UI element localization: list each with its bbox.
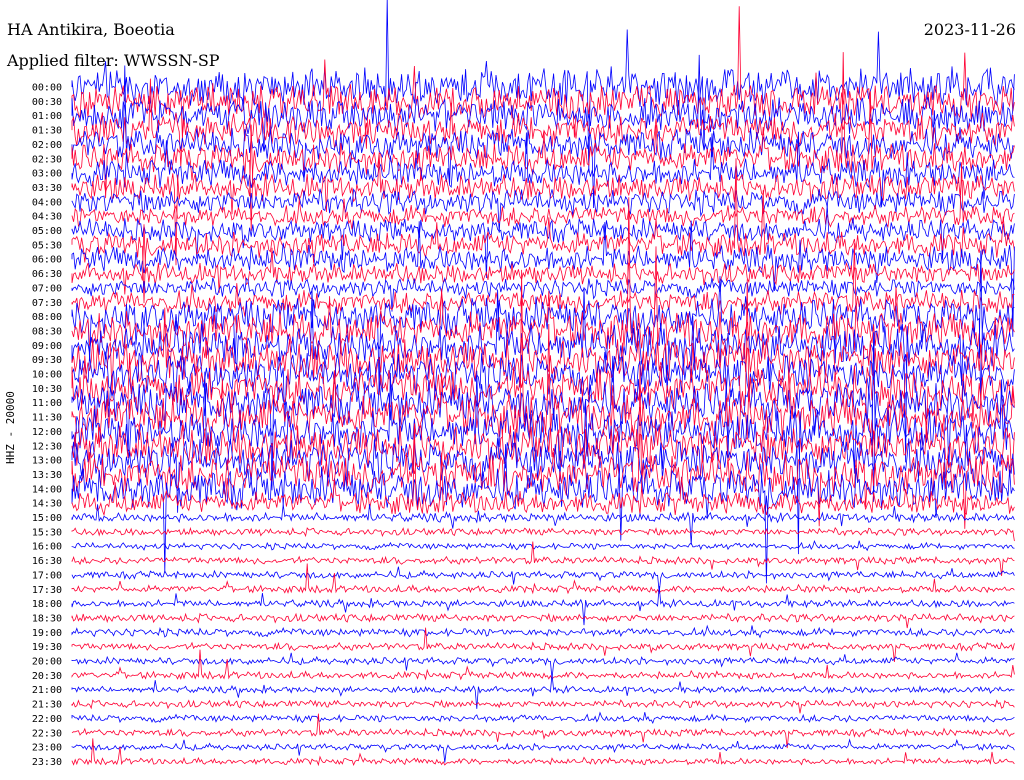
row-label: 08:00 bbox=[32, 312, 62, 323]
row-label: 16:00 bbox=[32, 542, 62, 553]
row-label: 13:00 bbox=[32, 456, 62, 467]
row-label: 11:30 bbox=[32, 413, 62, 424]
row-label: 06:00 bbox=[32, 255, 62, 266]
row-label: 14:30 bbox=[32, 499, 62, 510]
row-label: 05:00 bbox=[32, 226, 62, 237]
row-label: 07:30 bbox=[32, 298, 62, 309]
row-label: 23:00 bbox=[32, 743, 62, 754]
row-label: 20:00 bbox=[32, 657, 62, 668]
row-label: 01:30 bbox=[32, 126, 62, 137]
trace-row bbox=[71, 738, 1015, 767]
trace-row bbox=[71, 699, 1015, 714]
row-label: 10:30 bbox=[32, 384, 62, 395]
seismogram-plot: 00:00 00:30 01:00 01:30 02:00 02:30 03:00 03:30… bbox=[32, 0, 1015, 768]
trace-row bbox=[71, 674, 1015, 709]
row-label: 17:00 bbox=[32, 570, 62, 581]
trace-row bbox=[71, 649, 1015, 681]
trace-row bbox=[71, 526, 1015, 542]
trace-row bbox=[71, 738, 1015, 763]
trace-row bbox=[71, 612, 1015, 629]
trace-row bbox=[71, 539, 1015, 552]
row-label: 21:00 bbox=[32, 685, 62, 696]
row-label: 03:00 bbox=[32, 169, 62, 180]
row-label: 11:00 bbox=[32, 398, 62, 409]
row-label: 18:30 bbox=[32, 613, 62, 624]
row-label: 20:30 bbox=[32, 671, 62, 682]
row-label: 16:30 bbox=[32, 556, 62, 567]
row-label: 22:30 bbox=[32, 728, 62, 739]
row-label: 14:00 bbox=[32, 484, 62, 495]
row-label: 01:00 bbox=[32, 111, 62, 122]
trace-row bbox=[71, 188, 1015, 233]
row-label: 21:30 bbox=[32, 700, 62, 711]
row-label: 15:00 bbox=[32, 513, 62, 524]
row-label: 03:30 bbox=[32, 183, 62, 194]
row-label: 00:00 bbox=[32, 83, 62, 94]
row-label: 18:00 bbox=[32, 599, 62, 610]
row-label: 12:30 bbox=[32, 441, 62, 452]
row-label: 10:00 bbox=[32, 370, 62, 381]
row-label: 04:00 bbox=[32, 197, 62, 208]
row-label: 00:30 bbox=[32, 97, 62, 108]
row-label: 06:30 bbox=[32, 269, 62, 280]
row-label: 09:00 bbox=[32, 341, 62, 352]
row-label: 13:30 bbox=[32, 470, 62, 481]
row-label: 19:30 bbox=[32, 642, 62, 653]
row-label: 12:00 bbox=[32, 427, 62, 438]
row-label: 19:00 bbox=[32, 628, 62, 639]
trace-row bbox=[71, 563, 1015, 595]
trace-row bbox=[71, 586, 1015, 626]
row-label: 15:30 bbox=[32, 527, 62, 538]
row-label: 02:30 bbox=[32, 154, 62, 165]
trace-row bbox=[71, 711, 1015, 725]
row-label: 04:30 bbox=[32, 212, 62, 223]
row-label: 09:30 bbox=[32, 355, 62, 366]
row-label: 05:30 bbox=[32, 240, 62, 251]
trace-row bbox=[71, 6, 1015, 149]
row-label: 07:00 bbox=[32, 283, 62, 294]
trace-row bbox=[71, 624, 1015, 639]
row-label: 17:30 bbox=[32, 585, 62, 596]
row-label: 02:00 bbox=[32, 140, 62, 151]
row-label: 23:30 bbox=[32, 757, 62, 768]
row-label: 22:00 bbox=[32, 714, 62, 725]
row-label: 08:30 bbox=[32, 326, 62, 337]
